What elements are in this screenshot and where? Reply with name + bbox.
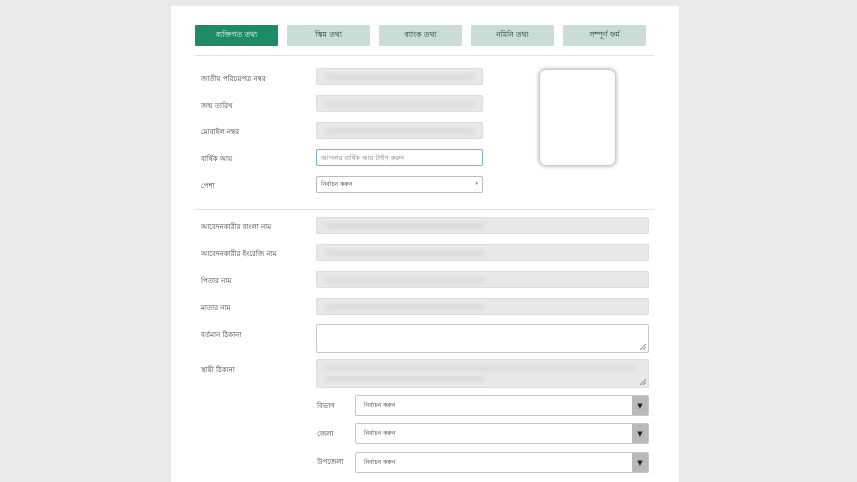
en-name-field[interactable] (316, 244, 649, 261)
income-label: বার্ষিক আয় (201, 155, 233, 163)
father-name-field[interactable] (316, 271, 649, 288)
en-name-label: আবেদনকারীর ইংরেজি নাম (201, 250, 277, 258)
profession-select[interactable]: নির্বাচন করুন ▾ (316, 176, 483, 193)
caret-down-icon: ▼ (632, 424, 648, 443)
bn-name-label: আবেদনকারীর বাংলা নাম (201, 223, 272, 231)
division-select[interactable]: নির্বাচন করুন ▼ (355, 395, 649, 416)
present-address-textarea[interactable] (316, 324, 649, 353)
present-address-label: বর্তমান ঠিকানা (201, 331, 242, 339)
father-name-label: পিতার নাম (201, 277, 232, 285)
upazila-select[interactable]: নির্বাচন করুন ▼ (355, 452, 649, 473)
resize-handle-icon[interactable] (640, 379, 646, 385)
permanent-address-textarea[interactable] (316, 359, 649, 388)
applicant-photo-box[interactable] (540, 70, 615, 165)
section-divider (195, 209, 654, 210)
annual-income-input[interactable] (316, 149, 483, 166)
registration-form-card: ব্যক্তিগত তথ্য স্কিম তথ্য ব্যাংক তথ্য নম… (171, 6, 679, 482)
tab-complete-form[interactable]: সম্পূর্ণ ফর্ম (563, 25, 646, 46)
caret-down-icon: ▼ (632, 453, 648, 472)
tab-label: স্কিম তথ্য (315, 29, 342, 39)
dob-field[interactable] (316, 95, 483, 112)
bn-name-field[interactable] (316, 217, 649, 234)
resize-handle-icon[interactable] (640, 344, 646, 350)
mobile-field[interactable] (316, 122, 483, 139)
mother-name-label: মাতার নাম (201, 304, 231, 312)
tab-nominee-info[interactable]: নমিনি তথ্য (471, 25, 554, 46)
district-select-value: নির্বাচন করুন (364, 430, 396, 437)
tab-label: ব্যক্তিগত তথ্য (215, 29, 258, 39)
tab-label: ব্যাংক তথ্য (404, 29, 437, 39)
division-label: বিভাগ (317, 402, 335, 410)
district-select[interactable]: নির্বাচন করুন ▼ (355, 423, 649, 444)
tab-label: সম্পূর্ণ ফর্ম (589, 29, 620, 39)
mother-name-field[interactable] (316, 298, 649, 315)
upazila-select-value: নির্বাচন করুন (364, 459, 396, 466)
mobile-label: মোবাইল নম্বর (201, 128, 239, 136)
tab-scheme-info[interactable]: স্কিম তথ্য (287, 25, 370, 46)
profession-select-value: নির্বাচন করুন (321, 181, 353, 188)
division-select-value: নির্বাচন করুন (364, 402, 396, 409)
upazila-label: উপজেলা (317, 458, 344, 466)
nid-label: জাতীয় পরিচয়পত্র নম্বর (201, 75, 266, 83)
permanent-address-label: স্থায়ী ঠিকানা (201, 366, 235, 374)
caret-down-icon: ▼ (632, 396, 648, 415)
tab-personal-info[interactable]: ব্যক্তিগত তথ্য (195, 25, 278, 46)
tab-label: নমিনি তথ্য (496, 29, 529, 39)
tabs-divider (195, 55, 654, 56)
dob-label: জন্ম তারিখ (201, 102, 233, 110)
chevron-down-icon: ▾ (475, 181, 478, 187)
tab-bank-info[interactable]: ব্যাংক তথ্য (379, 25, 462, 46)
nid-field[interactable] (316, 68, 483, 85)
profession-label: পেশা (201, 182, 215, 190)
district-label: জেলা (317, 430, 334, 438)
